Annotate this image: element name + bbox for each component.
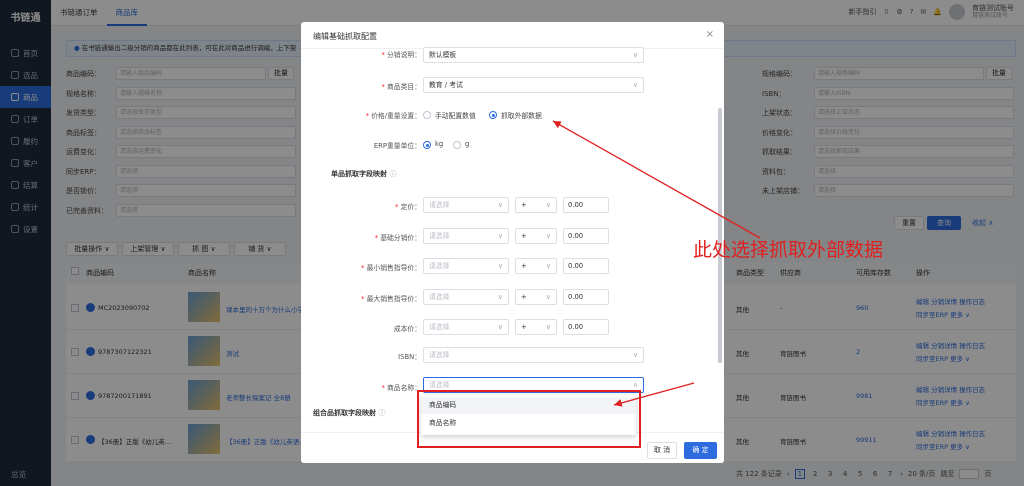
modal-title: 编辑基础抓取配置: [313, 32, 377, 41]
category-label: * 商品类目：: [381, 83, 421, 91]
mapping-label: * 基础分销价：: [374, 233, 421, 242]
desc-label: * 分销说明：: [381, 51, 421, 59]
mapping-label: * 最大销售指导价：: [361, 294, 421, 303]
isbn-label: ISBN：: [398, 353, 421, 361]
mapping-number-input[interactable]: 0.00: [563, 227, 609, 244]
mapping-operator-select[interactable]: + ∨: [515, 319, 557, 335]
mapping-field-select[interactable]: 请选择 ∨: [423, 258, 509, 274]
close-icon[interactable]: ×: [706, 29, 714, 40]
mapping-operator-select[interactable]: + ∨: [515, 258, 557, 274]
mapping-number-input[interactable]: 0.00: [563, 319, 609, 335]
price-weight-label: * 价格/重量设置：: [365, 112, 421, 120]
mapping-field-select[interactable]: 请选择 ∨: [423, 288, 509, 305]
mapping-label: * 定价：: [395, 203, 421, 211]
radio-manual[interactable]: [423, 111, 431, 119]
single-mapping-section: 单品抓取字段映射 ⓘ: [331, 170, 397, 178]
help-circle-icon: ⓘ: [389, 170, 397, 178]
radio-fetch-external[interactable]: [489, 111, 497, 119]
mapping-operator-select[interactable]: + ∨: [515, 227, 557, 244]
combo-mapping-section: 组合品抓取字段映射 ⓘ: [313, 409, 386, 417]
radio-g[interactable]: [453, 141, 461, 149]
isbn-select[interactable]: 请选择 ∨: [423, 347, 644, 363]
mapping-operator-select[interactable]: + ∨: [515, 197, 557, 213]
mapping-number-input[interactable]: 0.00: [563, 288, 609, 305]
desc-select[interactable]: 默认模板 ∨: [423, 47, 644, 63]
category-select[interactable]: 教育 / 考试 ∨: [423, 77, 644, 93]
radio-manual-label: 手动配置数值: [435, 112, 476, 120]
radio-fetch-external-label: 抓取外部数据: [501, 112, 542, 120]
radio-kg[interactable]: [423, 141, 431, 149]
mapping-label: 成本价：: [393, 325, 421, 333]
annotation-box-dropdown: [417, 390, 641, 448]
confirm-button[interactable]: 确 定: [684, 442, 717, 459]
help-circle-icon: ⓘ: [378, 409, 386, 417]
mapping-label: * 最小销售指导价：: [361, 264, 421, 272]
cancel-button[interactable]: 取 消: [647, 442, 677, 459]
mapping-field-select[interactable]: 请选择 ∨: [423, 197, 509, 213]
mapping-number-input[interactable]: 0.00: [563, 258, 609, 274]
annotation-text: 此处选择抓取外部数据: [693, 239, 884, 261]
mapping-field-select[interactable]: 请选择 ∨: [423, 227, 509, 244]
product-name-label: * 商品名称：: [381, 384, 421, 392]
mapping-operator-select[interactable]: + ∨: [515, 288, 557, 305]
radio-kg-label: kg: [435, 140, 444, 148]
radio-g-label: g: [465, 140, 470, 148]
mapping-field-select[interactable]: 请选择 ∨: [423, 319, 509, 335]
erp-unit-label: ERP重量单位：: [373, 142, 421, 150]
mapping-number-input[interactable]: 0.00: [563, 197, 609, 213]
